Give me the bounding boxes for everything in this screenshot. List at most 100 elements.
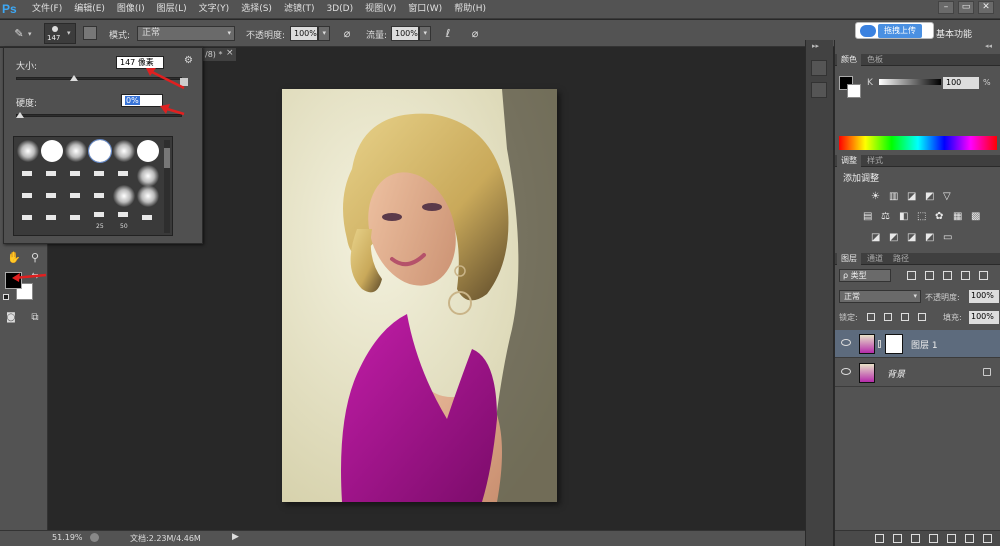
menu-item[interactable]: 视图(V) xyxy=(359,0,402,19)
layer-filter-select[interactable]: ρ 类型 xyxy=(839,269,891,282)
eye-icon[interactable] xyxy=(841,339,851,346)
tab-color[interactable]: 颜色 xyxy=(837,54,861,66)
tab-swatches[interactable]: 色板 xyxy=(863,54,887,66)
brush-preset-tip[interactable] xyxy=(46,193,56,198)
shadows-icon[interactable]: ▭ xyxy=(943,232,952,243)
brush-preset-tip[interactable] xyxy=(22,171,32,176)
lock-position-icon[interactable] xyxy=(901,313,909,321)
exposure-icon[interactable]: ◩ xyxy=(925,191,934,202)
lock-all-icon[interactable] xyxy=(918,313,926,321)
menu-item[interactable]: 窗口(W) xyxy=(402,0,448,19)
menu-item[interactable]: 帮助(H) xyxy=(448,0,492,19)
type-filter-icon[interactable] xyxy=(943,271,952,280)
brush-preset-tip[interactable] xyxy=(22,215,32,220)
k-slider[interactable] xyxy=(879,79,941,85)
menu-item[interactable]: 图层(L) xyxy=(151,0,193,19)
background-swatch[interactable] xyxy=(847,84,861,98)
status-menu-arrow-icon[interactable]: ▶ xyxy=(232,532,239,542)
curves-icon[interactable]: ◪ xyxy=(907,191,916,202)
flow-input[interactable]: 100% xyxy=(391,26,419,41)
hardness-slider-knob[interactable] xyxy=(16,112,24,118)
upload-button[interactable]: 拖拽上传 xyxy=(855,22,934,39)
scrollbar-thumb[interactable] xyxy=(164,148,170,168)
close-tab-icon[interactable]: × xyxy=(226,48,234,58)
tab-styles[interactable]: 样式 xyxy=(863,155,887,167)
brush-preset-tip[interactable] xyxy=(70,171,80,176)
color-lookup-icon[interactable]: ▦ xyxy=(953,211,962,222)
brush-preset-hard[interactable] xyxy=(137,140,159,162)
menu-item[interactable]: 文件(F) xyxy=(26,0,68,19)
close-button[interactable]: ✕ xyxy=(978,1,994,14)
hue-icon[interactable]: ▤ xyxy=(863,211,872,222)
menu-item[interactable]: 编辑(E) xyxy=(68,0,111,19)
gradient-map-icon[interactable]: ◪ xyxy=(907,232,916,243)
pressure-opacity-icon[interactable]: ⌀ xyxy=(338,26,356,42)
color-spectrum-bar[interactable] xyxy=(839,136,997,150)
minimize-button[interactable]: – xyxy=(938,1,954,14)
fill-input[interactable]: 100% xyxy=(969,311,999,324)
lock-transparent-icon[interactable] xyxy=(867,313,875,321)
zoom-tool-icon[interactable]: ⚲ xyxy=(26,250,44,266)
brush-tool-icon[interactable]: ✎ xyxy=(10,26,28,42)
brush-preset-hard[interactable] xyxy=(41,140,63,162)
posterize-icon[interactable]: ◪ xyxy=(871,232,880,243)
pressure-size-icon[interactable]: ⌀ xyxy=(466,26,484,42)
brush-preset-tip[interactable] xyxy=(142,215,152,220)
trash-icon[interactable] xyxy=(983,534,992,543)
shape-filter-icon[interactable] xyxy=(961,271,970,280)
brush-preset-soft[interactable] xyxy=(113,185,135,207)
brush-preset-tip[interactable] xyxy=(118,171,128,176)
black-white-icon[interactable]: ◧ xyxy=(899,211,908,222)
history-panel-icon[interactable] xyxy=(811,60,827,76)
brush-preset-soft[interactable] xyxy=(65,140,87,162)
tab-paths[interactable]: 路径 xyxy=(889,253,913,265)
selective-color-icon[interactable]: ◩ xyxy=(925,232,934,243)
link-icon[interactable] xyxy=(878,340,881,348)
screen-mode-icon[interactable]: ⧉ xyxy=(26,310,44,326)
fx-icon[interactable] xyxy=(893,534,902,543)
brush-panel-toggle-icon[interactable] xyxy=(83,26,97,40)
brush-preset-tip[interactable] xyxy=(46,215,56,220)
new-layer-icon[interactable] xyxy=(965,534,974,543)
menu-item[interactable]: 滤镜(T) xyxy=(278,0,321,19)
layer-row-selected[interactable]: 图层 1 xyxy=(835,330,1000,358)
eye-icon[interactable] xyxy=(841,368,851,375)
menu-item[interactable]: 3D(D) xyxy=(320,0,359,19)
brush-preset-tip[interactable] xyxy=(118,212,128,217)
brush-preset-tip[interactable] xyxy=(70,193,80,198)
add-mask-icon[interactable] xyxy=(911,534,920,543)
brush-preset-soft[interactable] xyxy=(137,165,159,187)
presets-scrollbar[interactable] xyxy=(164,140,170,233)
levels-icon[interactable]: ▥ xyxy=(889,191,898,202)
restore-button[interactable]: ▭ xyxy=(958,1,974,14)
brush-preset-tip[interactable] xyxy=(94,193,104,198)
brightness-icon[interactable]: ☀ xyxy=(871,191,880,202)
tab-layers[interactable]: 图层 xyxy=(837,253,861,265)
tool-preset-arrow-icon[interactable]: ▾ xyxy=(28,30,32,38)
layer-row[interactable]: 背景 xyxy=(835,359,1000,387)
opacity-input[interactable]: 100% xyxy=(290,26,318,41)
brush-preset-tip[interactable] xyxy=(46,171,56,176)
document-canvas-image[interactable] xyxy=(282,89,557,502)
k-value-input[interactable]: 100 xyxy=(943,77,979,89)
brush-preset-tip[interactable] xyxy=(70,215,80,220)
photo-filter-icon[interactable]: ⬚ xyxy=(917,211,926,222)
threshold-icon[interactable]: ◩ xyxy=(889,232,898,243)
smart-filter-icon[interactable] xyxy=(979,271,988,280)
link-layers-icon[interactable] xyxy=(875,534,884,543)
vibrance-icon[interactable]: ▽ xyxy=(943,191,951,202)
brush-preset-soft[interactable] xyxy=(17,140,39,162)
airbrush-icon[interactable]: ℓ xyxy=(439,26,457,42)
channel-mixer-icon[interactable]: ✿ xyxy=(935,211,943,222)
status-info-icon[interactable] xyxy=(90,533,99,542)
brush-preset-soft[interactable] xyxy=(113,140,135,162)
image-filter-icon[interactable] xyxy=(907,271,916,280)
tab-adjustments[interactable]: 调整 xyxy=(837,155,861,167)
invert-icon[interactable]: ▩ xyxy=(971,211,980,222)
brush-preset-hard-selected[interactable] xyxy=(88,139,112,163)
actions-panel-icon[interactable] xyxy=(811,82,827,98)
zoom-level[interactable]: 51.19% xyxy=(52,533,83,542)
layer-mask-thumbnail[interactable] xyxy=(885,334,903,354)
quick-mask-icon[interactable]: ◙ xyxy=(2,310,20,326)
brush-preset-tip[interactable] xyxy=(94,212,104,217)
